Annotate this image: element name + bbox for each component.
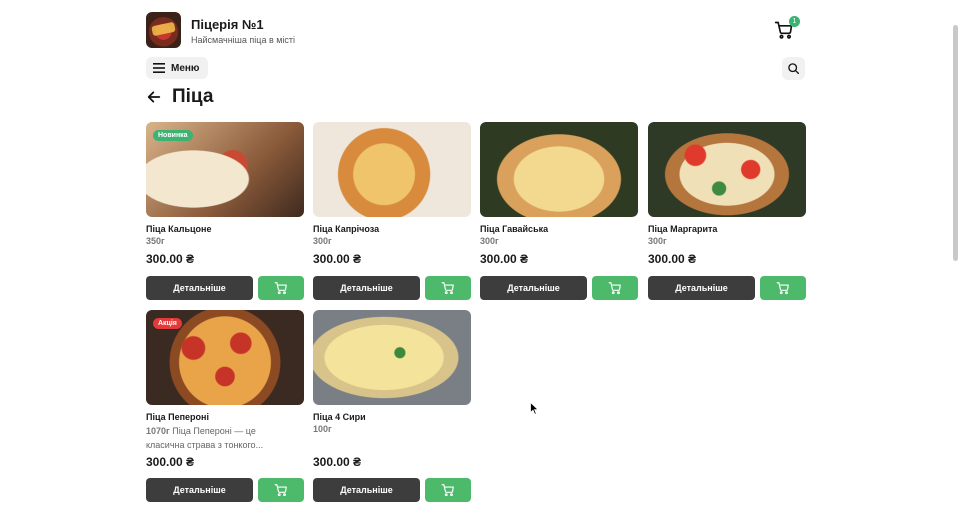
product-name[interactable]: Піца Пепероні: [146, 412, 304, 422]
cart-icon: [274, 484, 287, 497]
details-button[interactable]: Детальніше: [146, 276, 253, 300]
product-price: 300.00 ₴: [480, 252, 529, 266]
add-to-cart-button[interactable]: [592, 276, 638, 300]
product-image[interactable]: [313, 122, 471, 217]
pizzeria-logo[interactable]: [146, 12, 181, 48]
product-name[interactable]: Піца 4 Сири: [313, 412, 471, 422]
add-to-cart-button[interactable]: [425, 276, 471, 300]
product-name[interactable]: Піца Капрічоза: [313, 224, 471, 234]
product-weight: 100г: [313, 424, 332, 434]
product-name[interactable]: Піца Кальцоне: [146, 224, 304, 234]
details-button[interactable]: Детальніше: [313, 478, 420, 502]
menu-button-label: Меню: [171, 62, 200, 74]
product-card: Піца 4 Сири 100г 300.00 ₴ Детальніше: [313, 310, 471, 502]
product-image[interactable]: Новинка: [146, 122, 304, 217]
product-card: Піца Гавайська 300г 300.00 ₴ Детальніше: [480, 122, 638, 300]
add-to-cart-button[interactable]: [258, 478, 304, 502]
product-badge: Акція: [153, 318, 182, 329]
product-price: 300.00 ₴: [146, 455, 195, 469]
cart-icon: [441, 282, 454, 295]
cart-icon: [608, 282, 621, 295]
product-price: 300.00 ₴: [146, 252, 195, 266]
add-to-cart-button[interactable]: [760, 276, 806, 300]
product-image[interactable]: Акція: [146, 310, 304, 405]
details-button[interactable]: Детальніше: [146, 478, 253, 502]
page-heading: Піца: [146, 86, 213, 108]
mouse-pointer-icon: [530, 402, 539, 415]
product-image[interactable]: [648, 122, 806, 217]
product-weight: 300г: [313, 236, 332, 246]
product-card: Акція Піца Пепероні 1070г Піца Пепероні …: [146, 310, 304, 502]
product-card: Піца Капрічоза 300г 300.00 ₴ Детальніше: [313, 122, 471, 300]
product-weight: 1070г: [146, 426, 170, 436]
product-card: Піца Маргарита 300г 300.00 ₴ Детальніше: [648, 122, 806, 300]
product-weight: 300г: [648, 236, 667, 246]
details-button[interactable]: Детальніше: [313, 276, 420, 300]
back-arrow-icon[interactable]: [146, 89, 162, 105]
product-name[interactable]: Піца Маргарита: [648, 224, 806, 234]
cart-icon: [441, 484, 454, 497]
hamburger-menu-icon: [153, 63, 165, 73]
site-subtitle: Найсмачніша піца в місті: [191, 35, 296, 45]
product-price: 300.00 ₴: [648, 252, 697, 266]
search-icon: [788, 63, 800, 75]
product-weight: 300г: [480, 236, 499, 246]
menu-button[interactable]: Меню: [146, 57, 208, 79]
product-weight-and-desc: 1070г Піца Пепероні — це класична страва…: [146, 424, 296, 452]
page-scrollbar[interactable]: [953, 25, 958, 261]
add-to-cart-button[interactable]: [425, 478, 471, 502]
add-to-cart-button[interactable]: [258, 276, 304, 300]
details-button[interactable]: Детальніше: [480, 276, 587, 300]
product-name[interactable]: Піца Гавайська: [480, 224, 638, 234]
page-title: Піца: [172, 86, 214, 107]
cart-icon: [776, 282, 789, 295]
product-weight: 350г: [146, 236, 165, 246]
details-button[interactable]: Детальніше: [648, 276, 755, 300]
product-price: 300.00 ₴: [313, 252, 362, 266]
product-card: Новинка Піца Кальцоне 350г 300.00 ₴ Дета…: [146, 122, 304, 300]
search-button[interactable]: [782, 57, 805, 80]
site-header: Піцерія №1 Найсмачніша піца в місті 1: [146, 12, 806, 50]
product-price: 300.00 ₴: [313, 455, 362, 469]
site-title[interactable]: Піцерія №1: [191, 17, 264, 32]
product-image[interactable]: [480, 122, 638, 217]
header-cart-button[interactable]: 1: [774, 16, 800, 42]
cart-icon: [274, 282, 287, 295]
cart-count-badge: 1: [789, 16, 800, 27]
product-badge: Новинка: [153, 130, 193, 141]
product-image[interactable]: [313, 310, 471, 405]
